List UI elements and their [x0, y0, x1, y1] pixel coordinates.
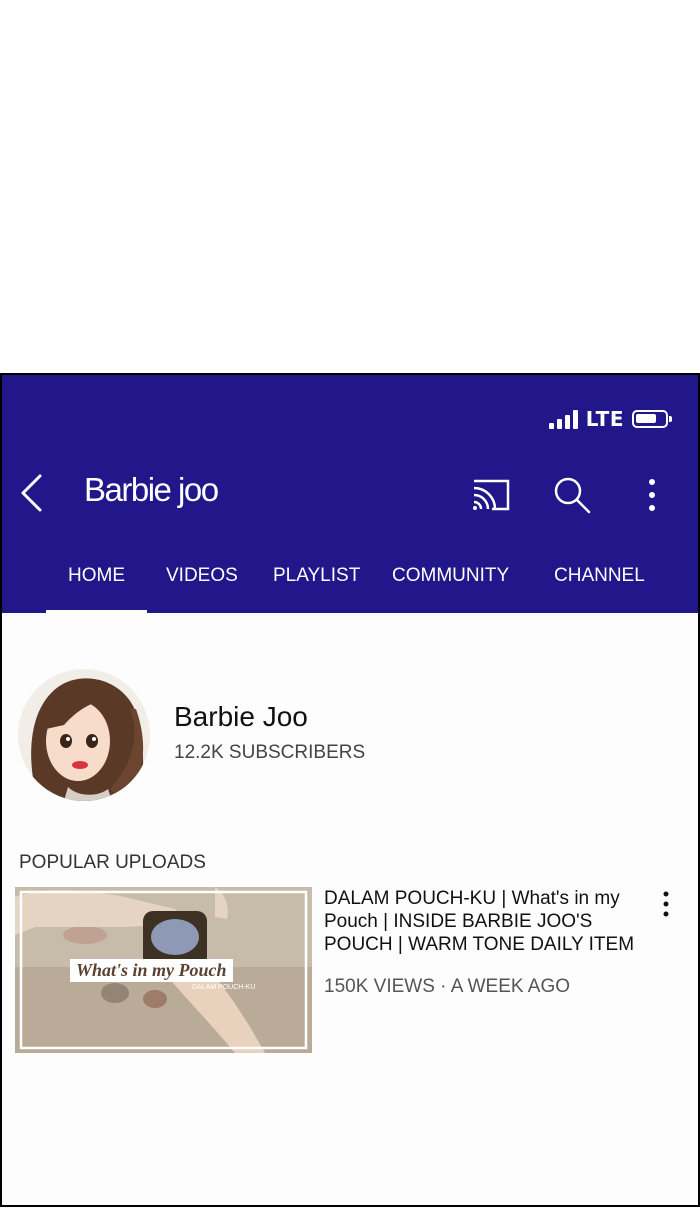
thumbnail-caption: What's in my Pouch [70, 959, 233, 982]
battery-icon [632, 410, 672, 428]
video-thumbnail[interactable]: What's in my Pouch DALAM POUCH-KU [15, 887, 312, 1053]
network-label: LTE [585, 407, 624, 431]
video-meta: 150K VIEWS · A WEEK AGO [324, 976, 571, 997]
thumbnail-subcaption: DALAM POUCH-KU [192, 984, 256, 991]
channel-name: Barbie Joo [174, 701, 308, 732]
video-more-icon[interactable] [656, 889, 676, 919]
back-icon[interactable] [18, 473, 48, 513]
section-heading: POPULAR UPLOADS [19, 852, 206, 873]
subscriber-count: 12.2K SUBSCRIBERS [174, 742, 366, 763]
tab-playlist[interactable]: PLAYLIST [273, 565, 360, 587]
channel-title: Barbie joo [84, 471, 219, 508]
video-title[interactable]: DALAM POUCH-KU | What's in my Pouch | IN… [324, 887, 654, 956]
cast-icon[interactable] [470, 477, 512, 513]
app-bar: LTE Barbie joo HOME VIDEOS PLAYLIST COMM… [2, 375, 698, 614]
tab-videos[interactable]: VIDEOS [166, 565, 238, 587]
tab-community[interactable]: COMMUNITY [392, 565, 509, 587]
status-bar: LTE [548, 407, 672, 431]
tab-channel[interactable]: CHANNEL [554, 565, 645, 587]
tab-bar: HOME VIDEOS PLAYLIST COMMUNITY CHANNEL [2, 555, 698, 613]
tab-home[interactable]: HOME [68, 565, 125, 587]
signal-icon [548, 409, 578, 429]
more-vert-icon[interactable] [642, 475, 662, 515]
selected-tab-indicator [46, 610, 147, 614]
phone-screen: LTE Barbie joo HOME VIDEOS PLAYLIST COMM… [0, 373, 700, 1207]
avatar[interactable] [18, 669, 150, 801]
search-icon[interactable] [552, 475, 592, 515]
